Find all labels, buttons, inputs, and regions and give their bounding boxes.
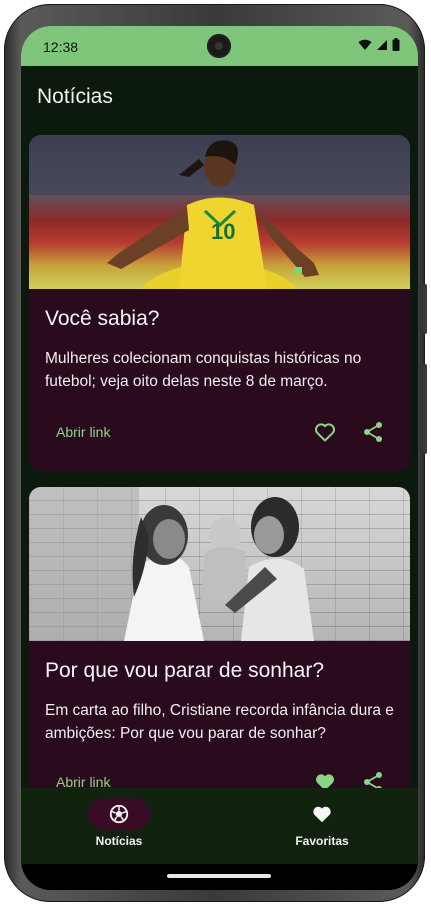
page-title: Notícias (37, 85, 113, 108)
news-title: Por que vou parar de sonhar? (45, 659, 325, 682)
nav-label-favoritas: Favoritas (295, 834, 349, 848)
status-bar: 12:38 (21, 26, 418, 66)
heart-filled-icon (313, 806, 331, 823)
heart-filled-icon[interactable] (313, 770, 337, 788)
power-button (423, 284, 427, 334)
nav-item-favoritas[interactable]: Favoritas (261, 798, 381, 858)
status-time: 12:38 (43, 39, 79, 55)
signal-icon (377, 39, 387, 50)
news-card[interactable]: Por que vou parar de sonhar? Em carta ao… (29, 487, 410, 788)
news-image: 10 (29, 135, 410, 289)
news-feed[interactable]: 10 Você sabia? Mulheres colecionam conqu… (21, 126, 418, 788)
news-summary: Em carta ao filho, Cristiane recorda inf… (45, 702, 394, 742)
news-image (29, 487, 410, 641)
soccer-ball-icon (109, 804, 129, 824)
open-link-button[interactable]: Abrir link (56, 424, 110, 440)
nav-label-noticias: Notícias (95, 834, 143, 848)
wifi-icon (358, 39, 372, 50)
volume-button (423, 364, 427, 454)
nav-item-noticias[interactable]: Notícias (58, 798, 178, 858)
share-icon[interactable] (361, 770, 385, 788)
app-bar: Notícias (21, 66, 418, 126)
battery-icon (392, 38, 400, 51)
open-link-button[interactable]: Abrir link (56, 774, 110, 788)
share-icon[interactable] (361, 420, 385, 444)
heart-outline-icon[interactable] (313, 420, 337, 444)
phone-frame: 12:38 Notícias 10 Você sabia? Mulheres c… (4, 4, 427, 902)
mother-and-baby-illustration (29, 487, 314, 641)
news-title: Você sabia? (45, 307, 160, 330)
system-navigation-bar (21, 864, 418, 890)
bottom-navigation: Notícias Favoritas (21, 788, 418, 864)
screen: 12:38 Notícias 10 Você sabia? Mulheres c… (21, 26, 418, 890)
football-player-illustration: 10 (29, 135, 410, 289)
home-gesture-handle[interactable] (167, 874, 271, 878)
front-camera (207, 34, 231, 58)
news-card[interactable]: 10 Você sabia? Mulheres colecionam conqu… (29, 135, 410, 471)
news-summary: Mulheres colecionam conquistas histórica… (45, 350, 362, 390)
